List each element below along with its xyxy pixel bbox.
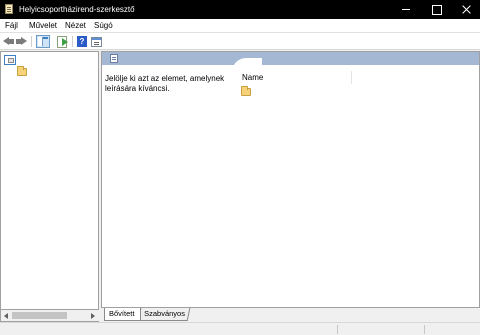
tab-extended[interactable]: Bővített bbox=[104, 308, 141, 321]
close-button[interactable] bbox=[451, 0, 480, 19]
scrollbar-thumb[interactable] bbox=[12, 312, 67, 319]
tab-standard-label: Szabványos bbox=[144, 309, 185, 318]
status-separator bbox=[337, 325, 338, 334]
forward-arrow-icon[interactable] bbox=[16, 36, 27, 47]
tree-root-node[interactable] bbox=[4, 55, 16, 65]
policy-editor-icon bbox=[5, 4, 13, 14]
help-icon[interactable]: ? bbox=[77, 36, 87, 47]
tab-standard[interactable]: Szabványos bbox=[137, 308, 191, 321]
export-list-icon[interactable] bbox=[57, 36, 68, 48]
scroll-left-arrow-icon[interactable] bbox=[4, 313, 8, 319]
items-list[interactable]: Name bbox=[232, 65, 479, 307]
menu-view[interactable]: Nézet bbox=[65, 21, 86, 31]
menu-action[interactable]: Művelet bbox=[29, 21, 57, 31]
toolbar-separator bbox=[72, 36, 73, 47]
scroll-right-arrow-icon[interactable] bbox=[91, 313, 95, 319]
title-bar: Helyicsoportházirend-szerkesztő bbox=[0, 0, 480, 19]
status-bar bbox=[0, 322, 480, 335]
menu-help[interactable]: Súgó bbox=[94, 21, 113, 31]
extended-description-panel: Jelölje ki azt az elemet, amelynek leírá… bbox=[102, 65, 232, 307]
minimize-button[interactable] bbox=[391, 0, 421, 19]
document-icon bbox=[110, 54, 118, 63]
folder-icon[interactable] bbox=[241, 86, 251, 96]
maximize-button[interactable] bbox=[421, 0, 451, 19]
console-tree[interactable] bbox=[0, 51, 99, 310]
details-pane: Jelölje ki azt az elemet, amelynek leírá… bbox=[101, 51, 480, 308]
toolbar: ? bbox=[0, 33, 480, 50]
view-tabs: Bővített Szabványos bbox=[101, 308, 480, 322]
policy-document-icon bbox=[8, 58, 14, 63]
toolbar-separator bbox=[31, 36, 32, 47]
column-header-name[interactable]: Name bbox=[242, 73, 263, 83]
back-arrow-icon[interactable] bbox=[3, 36, 14, 47]
column-divider[interactable] bbox=[351, 71, 352, 84]
extended-description-text: Jelölje ki azt az elemet, amelynek leírá… bbox=[105, 74, 225, 93]
details-header bbox=[102, 52, 479, 65]
menu-file[interactable]: Fájl bbox=[5, 21, 18, 31]
menu-bar: Fájl Művelet Nézet Súgó bbox=[0, 19, 480, 33]
status-separator bbox=[424, 325, 425, 334]
tree-horizontal-scrollbar[interactable] bbox=[0, 310, 99, 322]
folder-icon[interactable] bbox=[17, 66, 27, 76]
window-title: Helyicsoportházirend-szerkesztő bbox=[19, 5, 135, 14]
show-hide-console-tree-icon[interactable] bbox=[36, 35, 50, 48]
properties-icon[interactable] bbox=[91, 37, 102, 47]
